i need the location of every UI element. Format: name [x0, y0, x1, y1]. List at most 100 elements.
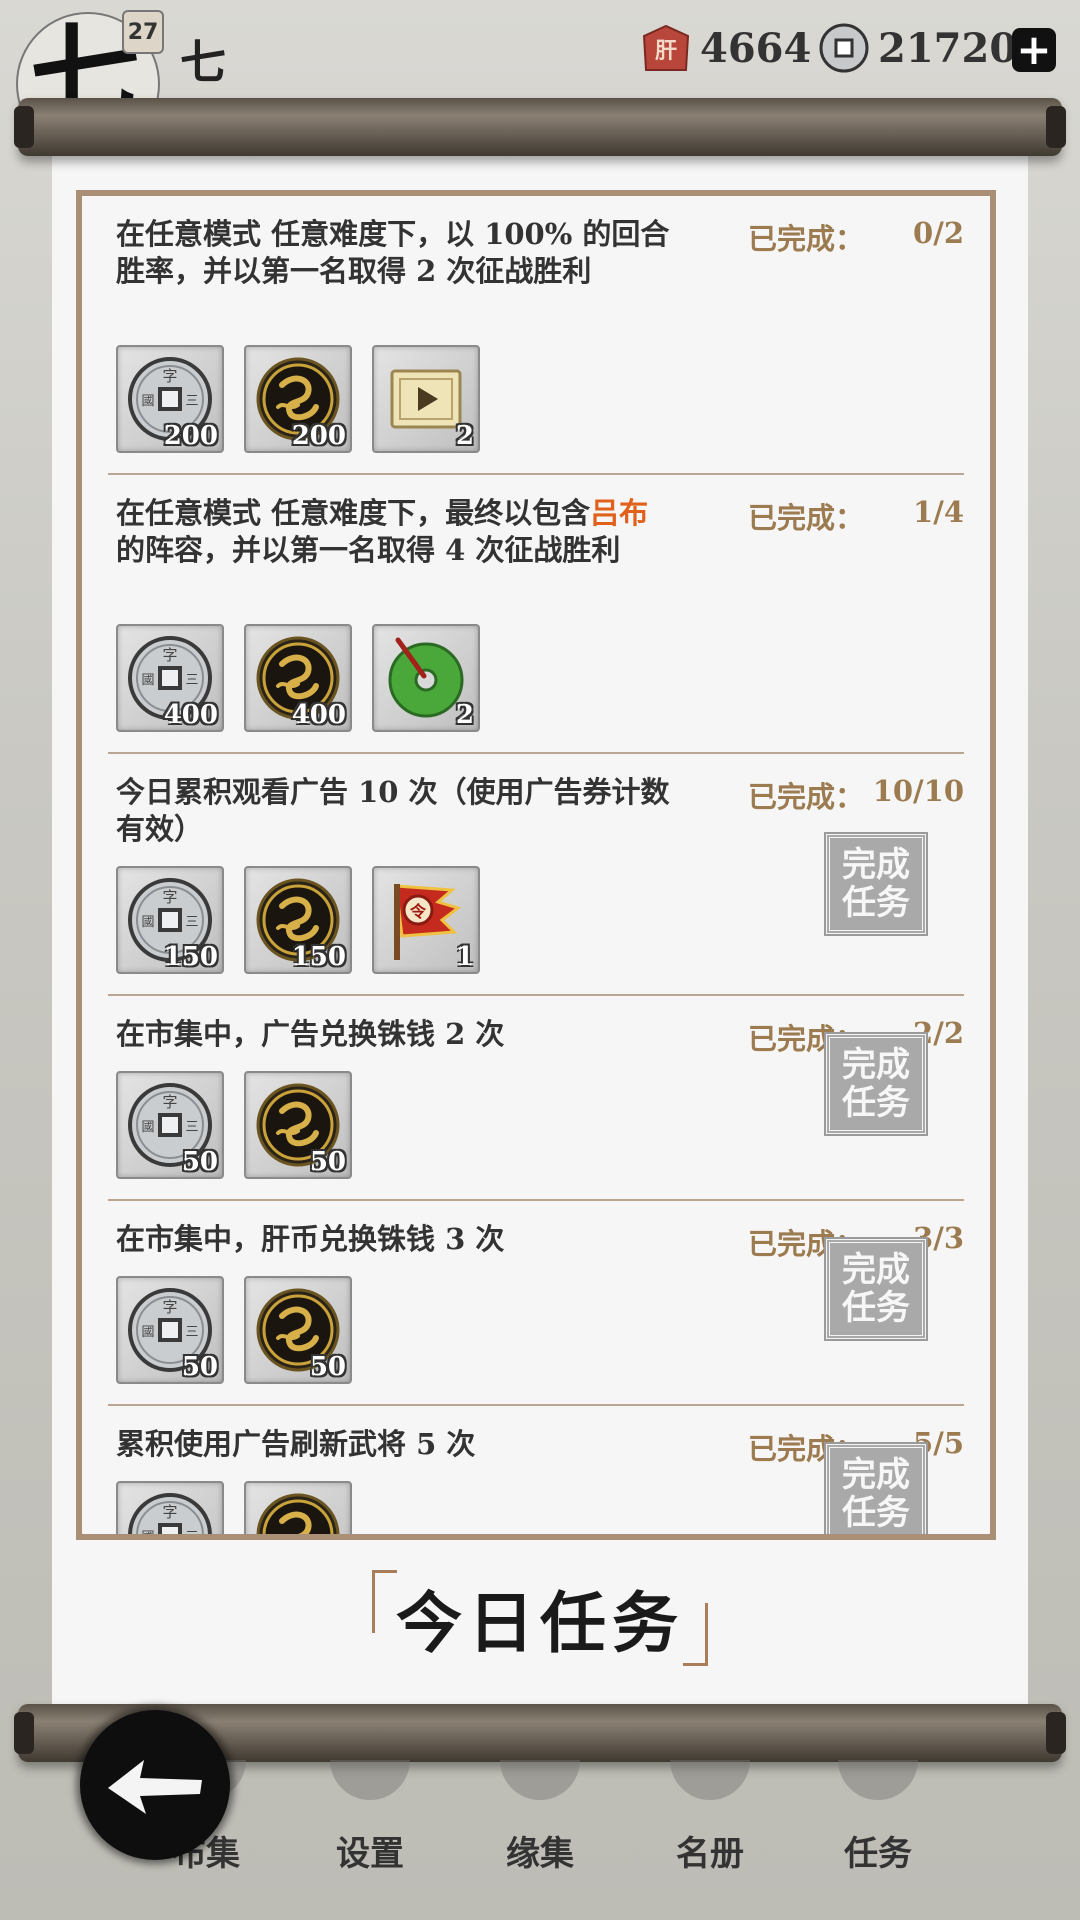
liver-coin-value: 4664 — [700, 24, 812, 72]
reward-item[interactable]: 字 國 三 200 — [116, 345, 224, 453]
status-label: 已完成： — [748, 501, 865, 535]
reward-item[interactable]: 150 — [244, 866, 352, 974]
nav-label: 设置 — [336, 1834, 404, 1874]
task-progress: 10/10 — [872, 774, 964, 808]
svg-text:國: 國 — [141, 1325, 154, 1340]
reward-quantity: 50 — [309, 1352, 346, 1382]
task-description: 在任意模式 任意难度下，最终以包含吕布 的阵容，并以第一名取得 4 次征战胜利 — [116, 495, 686, 569]
reward-item[interactable]: 字 國 三 — [116, 1481, 224, 1540]
svg-text:三: 三 — [185, 394, 198, 409]
reward-item[interactable]: 字 國 三 150 — [116, 866, 224, 974]
reward-item[interactable]: 50 — [244, 1071, 352, 1179]
copper-coin-value: 21720 — [878, 24, 1018, 72]
task-description-text: 的阵容，并以第一名取得 4 次征战胜利 — [116, 533, 621, 567]
complete-task-button[interactable]: 完成任务 — [824, 832, 928, 936]
svg-text:國: 國 — [141, 915, 154, 930]
status-label: 已完成： — [748, 222, 865, 256]
task-row: 累积使用广告刷新武将 5 次已完成： 5/5 字 國 三 完成任务 — [108, 1406, 964, 1540]
task-row: 今日累积观看广告 10 次（使用广告券计数有效） 已完成： 10/10 字 國 三 … — [108, 754, 964, 996]
status-label: 已完成： — [748, 780, 865, 814]
nav-item-settings[interactable]: 设置 — [300, 1760, 440, 1920]
nav-item-fate[interactable]: 缘集 — [470, 1760, 610, 1920]
svg-text:國: 國 — [141, 394, 154, 409]
roster-icon — [670, 1760, 750, 1800]
svg-text:國: 國 — [141, 673, 154, 688]
title-corner-bracket — [372, 1570, 397, 1633]
reward-quantity: 1 — [455, 942, 474, 972]
level-badge: 27 — [122, 10, 164, 54]
reward-list: 字 國 三 — [116, 1481, 352, 1540]
nav-label: 任务 — [844, 1834, 912, 1874]
reward-list: 字 國 三 50 50 — [116, 1071, 352, 1179]
hero-name-highlight: 吕布 — [590, 496, 649, 530]
nav-label: 缘集 — [506, 1834, 574, 1874]
nav-item-tasks[interactable]: 任务 — [808, 1760, 948, 1920]
reward-quantity: 2 — [455, 421, 474, 451]
reward-quantity: 200 — [163, 421, 218, 451]
page-title: 今日任务 — [372, 1570, 708, 1666]
svg-text:三: 三 — [185, 915, 198, 930]
reward-quantity: 2 — [455, 700, 474, 730]
page-title-text: 今日任务 — [396, 1584, 684, 1662]
reward-quantity: 150 — [163, 942, 218, 972]
task-description-text: 在任意模式 任意难度下，最终以包含 — [116, 496, 591, 530]
reward-item[interactable]: 字 國 三 50 — [116, 1276, 224, 1384]
task-row: 在任意模式 任意难度下，最终以包含吕布 的阵容，并以第一名取得 4 次征战胜利 已… — [108, 475, 964, 754]
reward-item[interactable]: 字 國 三 50 — [116, 1071, 224, 1179]
gold-medallion-icon — [254, 1491, 342, 1534]
svg-text:令: 令 — [409, 902, 427, 921]
player-name: 七 — [180, 35, 226, 89]
copper-coin-icon — [818, 22, 870, 74]
svg-text:字: 字 — [162, 1298, 177, 1316]
task-description: 在市集中，广告兑换铢钱 2 次 — [116, 1017, 505, 1051]
svg-text:字: 字 — [162, 888, 177, 906]
svg-text:字: 字 — [162, 1503, 177, 1521]
reward-quantity: 200 — [291, 421, 346, 451]
reward-quantity: 400 — [163, 700, 218, 730]
task-progress: 1/4 — [913, 495, 964, 529]
gear-icon — [330, 1760, 410, 1800]
complete-task-button[interactable]: 完成任务 — [824, 1442, 928, 1534]
task-row: 在任意模式 任意难度下，以 100% 的回合胜率，并以第一名取得 2 次征战胜利… — [108, 196, 964, 475]
svg-text:國: 國 — [141, 1120, 154, 1135]
title-corner-bracket — [683, 1603, 708, 1666]
task-list[interactable]: 在任意模式 任意难度下，以 100% 的回合胜率，并以第一名取得 2 次征战胜利… — [76, 190, 996, 1540]
complete-task-button[interactable]: 完成任务 — [824, 1032, 928, 1136]
add-currency-button[interactable]: + — [1012, 28, 1056, 72]
reward-quantity: 50 — [181, 1147, 218, 1177]
task-description: 在任意模式 任意难度下，以 100% 的回合胜率，并以第一名取得 2 次征战胜利 — [116, 217, 670, 288]
reward-item[interactable] — [244, 1481, 352, 1534]
complete-task-button[interactable]: 完成任务 — [824, 1237, 928, 1341]
svg-text:國: 國 — [141, 1530, 154, 1540]
svg-text:三: 三 — [185, 1530, 198, 1540]
reward-quantity: 50 — [309, 1147, 346, 1177]
task-row: 在市集中，广告兑换铢钱 2 次已完成： 2/2 字 國 三 50 50 完成任务 — [108, 996, 964, 1201]
svg-text:肝: 肝 — [655, 39, 677, 64]
reward-quantity: 150 — [291, 942, 346, 972]
task-progress: 0/2 — [913, 216, 964, 250]
reward-item[interactable]: 50 — [244, 1276, 352, 1384]
svg-text:三: 三 — [185, 1120, 198, 1135]
task-description: 在市集中，肝币兑换铢钱 3 次 — [116, 1222, 505, 1256]
reward-item[interactable]: 字 國 三 400 — [116, 624, 224, 732]
nav-item-roster[interactable]: 名册 — [640, 1760, 780, 1920]
reward-item[interactable]: 令 1 — [372, 866, 480, 974]
copper-coin-icon: 字 國 三 — [126, 1491, 214, 1540]
reward-item[interactable]: 2 — [372, 624, 480, 732]
reward-item[interactable]: 400 — [244, 624, 352, 732]
reward-list: 字 國 三 200 200 2 — [116, 345, 480, 453]
task-description: 今日累积观看广告 10 次（使用广告券计数有效） — [116, 775, 670, 846]
svg-text:字: 字 — [162, 367, 177, 385]
scroll-rod-top — [14, 98, 1066, 156]
reward-item[interactable]: 2 — [372, 345, 480, 453]
reward-quantity: 400 — [291, 700, 346, 730]
back-arrow-icon — [108, 1760, 202, 1814]
scroll-icon — [838, 1760, 918, 1800]
reward-list: 字 國 三 50 50 — [116, 1276, 352, 1384]
back-button[interactable] — [80, 1710, 230, 1860]
reward-item[interactable]: 200 — [244, 345, 352, 453]
liver-coin-counter: 肝 4664 — [640, 20, 811, 76]
top-bar: 七 27 七 肝 4664 21720 + — [0, 0, 1080, 156]
task-row: 在市集中，肝币兑换铢钱 3 次已完成： 3/3 字 國 三 50 50 完成任务 — [108, 1201, 964, 1406]
task-description: 累积使用广告刷新武将 5 次 — [116, 1427, 476, 1461]
